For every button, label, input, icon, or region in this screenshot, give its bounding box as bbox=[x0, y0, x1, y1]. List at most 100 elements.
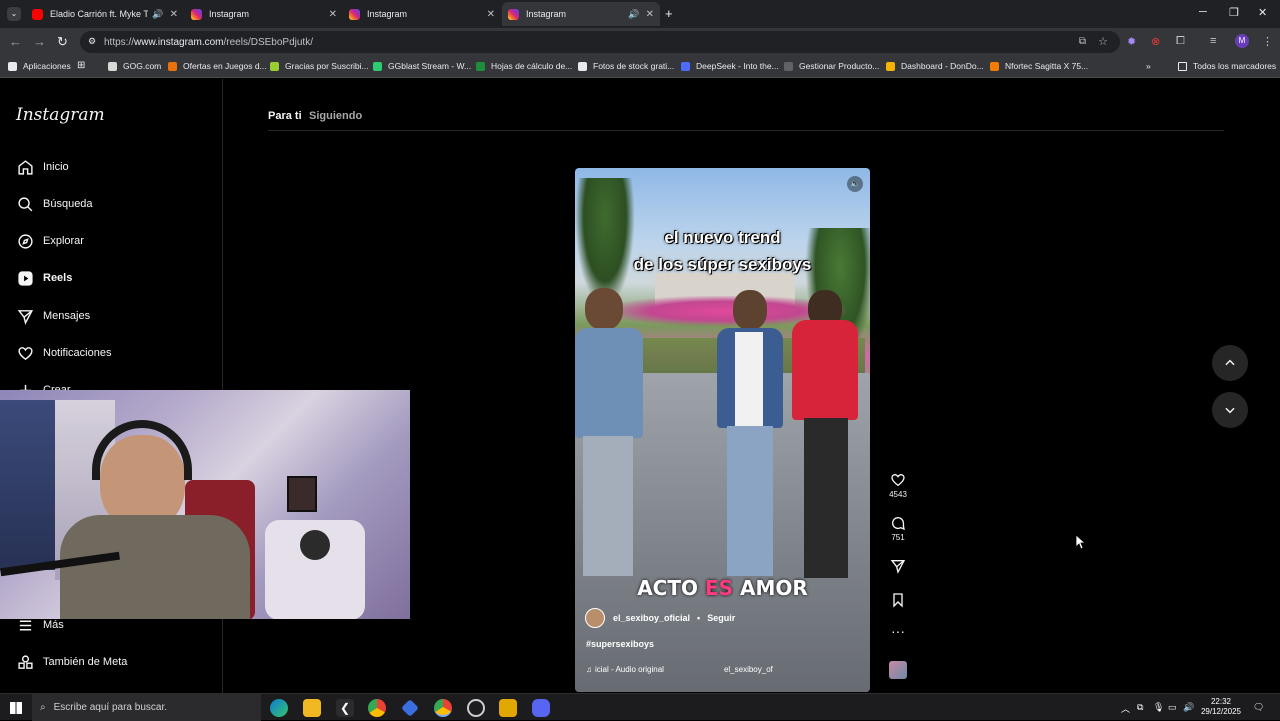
tab-list-chevron-icon[interactable]: ⌄ bbox=[7, 7, 21, 21]
taskbar-search[interactable]: ⌕ Escribe aquí para buscar. bbox=[32, 694, 261, 721]
windows-start-icon[interactable] bbox=[10, 702, 22, 714]
bookmark-apps[interactable]: Aplicaciones bbox=[8, 61, 71, 71]
follow-button[interactable]: Seguir bbox=[707, 613, 735, 623]
mute-toggle-icon[interactable]: 🔈 bbox=[847, 176, 863, 192]
bookmark-label: Aplicaciones bbox=[23, 61, 71, 71]
notifications-icon[interactable]: 🗨 bbox=[1253, 702, 1264, 713]
reel-hashtag[interactable]: #supersexiboys bbox=[586, 639, 654, 649]
tab-siguiendo[interactable]: Siguiendo bbox=[309, 110, 362, 122]
tab-instagram-2[interactable]: Instagram ✕ bbox=[343, 2, 501, 26]
restore-icon[interactable]: ❐ bbox=[1229, 6, 1239, 19]
bookmark-ofertas[interactable]: Ofertas en Juegos d... bbox=[168, 61, 267, 71]
url-bar[interactable]: ⚙ https://www.instagram.com/reels/DSEboP… bbox=[80, 31, 1120, 53]
bookmark-gog[interactable]: GOG.com bbox=[108, 61, 161, 71]
bookmark-dashboard[interactable]: Dashboard - DonDo... bbox=[886, 61, 984, 71]
gestionar-icon bbox=[784, 61, 793, 71]
file-explorer-icon[interactable] bbox=[303, 699, 321, 717]
reel-video[interactable]: 🔈 el nuevo trend de los súper sexiboys A… bbox=[575, 168, 870, 692]
reload-icon[interactable]: ↻ bbox=[57, 34, 68, 50]
nav-reels[interactable]: Reels bbox=[16, 267, 72, 289]
forward-arrow-icon[interactable]: → bbox=[33, 34, 46, 49]
tray-app-icon[interactable]: ⧉ bbox=[1137, 702, 1143, 713]
next-reel-button[interactable] bbox=[1212, 392, 1248, 428]
nav-inicio[interactable]: Inicio bbox=[16, 156, 69, 178]
nav-mensajes[interactable]: Mensajes bbox=[16, 305, 90, 327]
tab-youtube[interactable]: Eladio Carrión ft. Myke Towe 🔊 ✕ bbox=[26, 2, 184, 26]
comment-action[interactable]: 751 bbox=[883, 515, 913, 542]
comment-count: 751 bbox=[891, 533, 905, 542]
bookmark-star-icon[interactable]: ☆ bbox=[1098, 35, 1108, 48]
previous-reel-button[interactable] bbox=[1212, 345, 1248, 381]
volume-icon[interactable]: 🔊 bbox=[1183, 702, 1194, 713]
audio-playing-icon[interactable]: 🔊 bbox=[152, 9, 163, 20]
save-action[interactable] bbox=[883, 592, 913, 610]
nav-label: Mensajes bbox=[43, 310, 91, 322]
music-note-icon: ♫ bbox=[586, 665, 592, 674]
tab-title: Instagram bbox=[526, 9, 567, 19]
overlay-word-highlight: ES bbox=[704, 576, 734, 600]
tab-instagram-1[interactable]: Instagram ✕ bbox=[185, 2, 343, 26]
overlay-caption: ACTO ES AMOR bbox=[575, 576, 870, 600]
bookmark-gracias[interactable]: Gracias por Suscribi... bbox=[270, 61, 369, 71]
close-tab-icon[interactable]: ✕ bbox=[170, 9, 178, 20]
extensions-puzzle-icon[interactable]: ⧠ bbox=[1176, 35, 1185, 48]
extension-red-icon[interactable]: ⊗ bbox=[1151, 35, 1160, 48]
edge-icon[interactable] bbox=[270, 699, 288, 717]
bookmark-nfortec[interactable]: Nfortec Sagitta X 75... bbox=[990, 61, 1088, 71]
like-action[interactable]: 4543 bbox=[883, 472, 913, 499]
reel-audio[interactable]: ♫ icial - Audio original el_sexiboy_of bbox=[586, 665, 773, 674]
close-tab-icon[interactable]: ✕ bbox=[329, 9, 337, 20]
bookmark-deepseek[interactable]: DeepSeek - Into the... bbox=[681, 61, 779, 71]
tab-strip: ⌄ Eladio Carrión ft. Myke Towe 🔊 ✕ Insta… bbox=[0, 0, 1280, 28]
minimize-icon[interactable]: ─ bbox=[1199, 6, 1207, 18]
chrome-icon[interactable] bbox=[368, 699, 386, 717]
audio-thumbnail[interactable] bbox=[889, 661, 907, 679]
meta-icon bbox=[16, 653, 34, 671]
close-tab-icon[interactable]: ✕ bbox=[487, 9, 495, 20]
back-arrow-icon[interactable]: ← bbox=[9, 34, 22, 49]
mouse-cursor-icon bbox=[1075, 534, 1087, 554]
nav-tambien-de-meta[interactable]: También de Meta bbox=[16, 651, 127, 673]
close-tab-icon[interactable]: ✕ bbox=[646, 9, 654, 20]
taskbar-clock[interactable]: 22:32 29/12/2025 bbox=[1196, 697, 1246, 717]
app-arrow-icon[interactable]: ❮ bbox=[336, 699, 354, 717]
nav-explorar[interactable]: Explorar bbox=[16, 230, 84, 252]
new-tab-plus-icon[interactable]: + bbox=[665, 6, 673, 21]
extension-gear-icon[interactable]: ✹ bbox=[1127, 35, 1136, 48]
tab-para-ti[interactable]: Para ti bbox=[268, 110, 302, 122]
instagram-logo[interactable]: Instagram bbox=[16, 105, 105, 125]
bookmarks-overflow-icon[interactable]: » bbox=[1146, 61, 1151, 71]
audio-playing-icon[interactable]: 🔊 bbox=[628, 9, 639, 20]
all-bookmarks[interactable]: Todos los marcadores bbox=[1178, 61, 1276, 71]
author-avatar[interactable] bbox=[585, 608, 605, 628]
close-window-icon[interactable]: ✕ bbox=[1258, 6, 1267, 19]
tray-chevron-icon[interactable]: ︿ bbox=[1121, 702, 1130, 715]
network-icon[interactable]: ▭ bbox=[1168, 702, 1177, 713]
more-options-icon[interactable]: ··· bbox=[883, 624, 913, 638]
nav-busqueda[interactable]: Búsqueda bbox=[16, 193, 93, 215]
app-diamond-icon[interactable] bbox=[401, 699, 419, 717]
bookmark-gestionar[interactable]: Gestionar Producto... bbox=[784, 61, 879, 71]
discord-icon[interactable] bbox=[532, 699, 550, 717]
site-info-icon[interactable]: ⚙ bbox=[88, 36, 96, 47]
tab-title: Eladio Carrión ft. Myke Towe bbox=[50, 9, 148, 19]
overlay-word: AMOR bbox=[740, 576, 808, 600]
audio-title: icial - Audio original bbox=[595, 665, 664, 674]
microphone-icon[interactable]: 🎙 bbox=[1153, 702, 1164, 713]
profile-avatar[interactable]: M bbox=[1235, 34, 1249, 48]
media-control-icon[interactable]: ≡ bbox=[1210, 35, 1216, 47]
chrome-profile-icon[interactable] bbox=[434, 699, 452, 717]
nav-notificaciones[interactable]: Notificaciones bbox=[16, 342, 111, 364]
author-username[interactable]: el_sexiboy_oficial bbox=[613, 613, 690, 623]
app-circle-icon[interactable] bbox=[467, 699, 485, 717]
tab-instagram-active[interactable]: Instagram 🔊 ✕ bbox=[502, 2, 660, 26]
bookmark-ggblast[interactable]: GGblast Stream - W... bbox=[373, 61, 471, 71]
app-l-icon[interactable] bbox=[499, 699, 517, 717]
menu-dots-icon[interactable]: ⋮ bbox=[1262, 35, 1273, 48]
bookmark-hojas[interactable]: Hojas de cálculo de... bbox=[476, 61, 572, 71]
bookmark-fotos[interactable]: Fotos de stock grati... bbox=[578, 61, 674, 71]
install-app-icon[interactable]: ⧉ bbox=[1079, 36, 1086, 47]
nav-label: Reels bbox=[43, 272, 73, 284]
share-action[interactable] bbox=[883, 558, 913, 576]
tab-groups-icon[interactable]: ⊞ bbox=[77, 60, 85, 71]
